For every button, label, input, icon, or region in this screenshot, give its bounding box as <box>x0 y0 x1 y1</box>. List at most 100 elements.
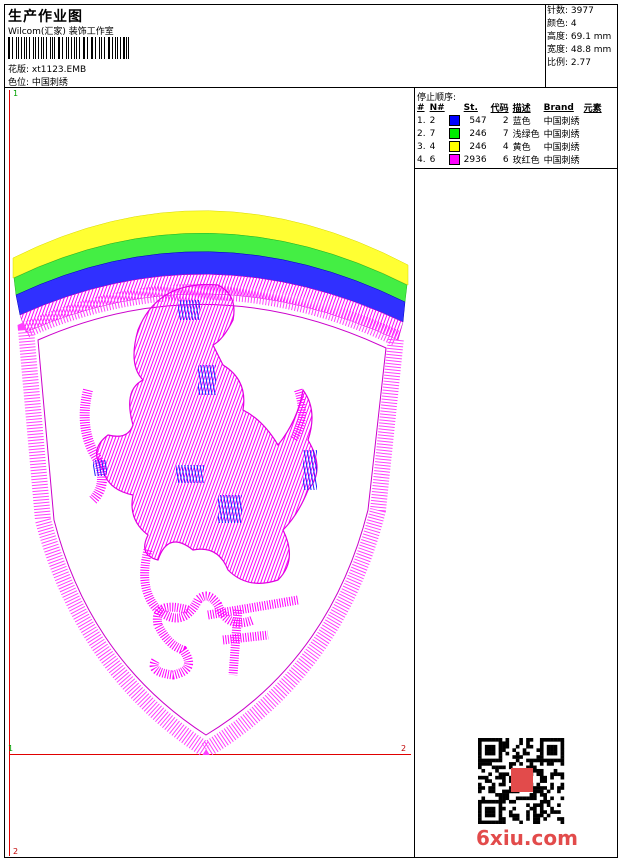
qr-module <box>491 810 496 814</box>
qr-module <box>560 820 565 824</box>
qr-module <box>539 799 544 804</box>
col-index: # <box>417 102 425 113</box>
qr-module <box>543 758 547 763</box>
qr-module <box>478 775 482 780</box>
qr-module <box>546 799 551 804</box>
qr-module <box>519 762 523 766</box>
qr-module <box>539 741 544 746</box>
sf-letters <box>149 595 299 680</box>
qr-module <box>546 744 551 749</box>
color-swatch <box>448 128 460 139</box>
qr-module <box>526 744 530 749</box>
qr-module <box>495 758 499 763</box>
qr-module <box>515 755 520 759</box>
qr-module <box>498 810 503 814</box>
qr-module <box>498 748 503 752</box>
qr-module <box>481 796 486 801</box>
barcode-bar <box>74 37 76 59</box>
qr-code <box>478 738 565 824</box>
qr-module <box>529 762 534 766</box>
qr-module <box>536 772 541 777</box>
barcode-bar <box>24 37 26 59</box>
qr-module <box>484 744 489 749</box>
qr-module <box>546 748 551 752</box>
qr-module <box>515 751 520 756</box>
row-index: 2. <box>417 128 426 139</box>
qr-module <box>539 789 544 794</box>
row-swatch <box>447 153 462 166</box>
color-position: 色位: 中国刺绣 <box>8 78 68 88</box>
qr-module <box>526 813 530 818</box>
barcode-bar <box>45 37 48 59</box>
qr-module <box>550 762 554 766</box>
qr-module <box>502 799 506 804</box>
qr-module <box>502 779 506 783</box>
qr-module <box>478 741 482 746</box>
qr-module <box>536 813 541 818</box>
qr-module <box>491 786 496 790</box>
qr-module <box>519 755 523 759</box>
qr-module <box>553 744 558 749</box>
qr-module <box>488 758 492 763</box>
qr-module <box>539 772 544 777</box>
qr-module <box>519 796 523 801</box>
barcode-bar <box>98 37 101 59</box>
qr-module <box>484 799 489 804</box>
qr-module <box>488 799 492 804</box>
blue-patch <box>218 495 242 523</box>
qr-module <box>484 738 489 742</box>
qr-module <box>481 799 486 804</box>
qr-module <box>553 810 558 814</box>
col-code: 代码 <box>490 104 509 114</box>
qr-module <box>505 738 510 742</box>
color-row: 1. 2 547 2 蓝色 中国刺绣 <box>415 114 604 127</box>
qr-module <box>505 751 510 756</box>
qr-module <box>543 799 547 804</box>
embroidery-design <box>12 210 409 755</box>
qr-module <box>512 813 517 818</box>
qr-module <box>533 810 537 814</box>
barcode-bar <box>128 37 130 59</box>
qr-module <box>526 741 530 746</box>
qr-module <box>508 762 513 766</box>
qr-module <box>539 803 544 807</box>
col-brand: Brand <box>543 102 574 113</box>
qr-module <box>529 744 534 749</box>
qr-module <box>495 738 499 742</box>
qr-module <box>478 817 482 821</box>
color-table: # N# St. 代码 描述 Brand 元素 1. 2 547 2 蓝色 中国… <box>415 101 604 167</box>
qr-module <box>508 813 513 818</box>
qr-module <box>529 796 534 801</box>
row-brand: 中国刺绣 <box>543 143 580 153</box>
qr-module <box>550 782 554 787</box>
qr-module <box>515 758 520 763</box>
qr-module <box>546 789 551 794</box>
barcode-bar <box>15 37 18 59</box>
qr-module <box>557 803 561 807</box>
row-index: 4. <box>417 154 426 165</box>
qr-module <box>488 772 492 777</box>
qr-module <box>560 796 565 801</box>
qr-module <box>478 738 482 742</box>
qr-module <box>550 738 554 742</box>
qr-module <box>529 793 534 797</box>
stats-divider <box>545 4 546 88</box>
qr-module <box>550 748 554 752</box>
qr-module <box>550 806 554 811</box>
page-title: 生产作业图 <box>8 9 83 25</box>
qr-module <box>512 755 517 759</box>
qr-module <box>546 762 551 766</box>
color-swatch <box>448 115 460 126</box>
barcode-bar <box>34 37 36 59</box>
table-divider <box>414 168 618 169</box>
blue-patch <box>198 365 216 395</box>
qr-module <box>543 793 547 797</box>
axis-label-bottom: 2 <box>13 847 19 856</box>
qr-module <box>522 748 527 752</box>
qr-module <box>550 758 554 763</box>
row-stitches: 246 <box>469 128 487 139</box>
qr-module <box>553 751 558 756</box>
qr-module <box>484 758 489 763</box>
qr-module <box>539 793 544 797</box>
qr-module <box>478 748 482 752</box>
